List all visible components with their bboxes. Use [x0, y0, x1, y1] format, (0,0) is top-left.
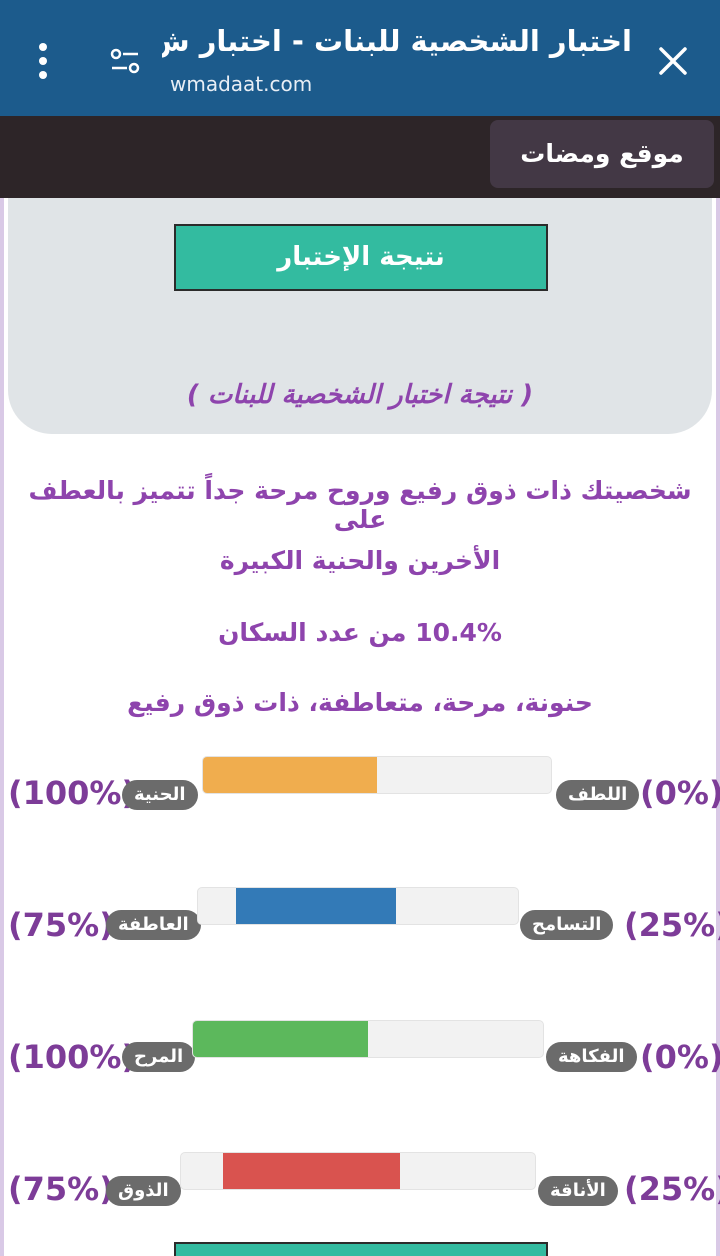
- scale-left-label: العاطفة: [106, 910, 201, 940]
- result-description-line1: شخصيتك ذات ذوق رفيع وروح مرحة جداً تتميز…: [28, 476, 692, 534]
- scale-right-label: الفكاهة: [546, 1042, 637, 1072]
- scale-left-percent: (100%): [8, 1038, 137, 1076]
- result-description-line2: الأخرين والحنية الكبيرة: [219, 546, 501, 575]
- scale-left-percent: (100%): [8, 774, 137, 812]
- close-icon[interactable]: [656, 44, 690, 78]
- scale-bar: [202, 756, 552, 794]
- site-settings-icon[interactable]: [108, 44, 142, 78]
- scale-left-label: المرح: [122, 1042, 196, 1072]
- scale-right-label: اللطف: [556, 780, 640, 810]
- scale-bar: [197, 887, 519, 925]
- result-button[interactable]: نتيجة الإختبار: [174, 224, 548, 291]
- page-title: اختبار الشخصية للبنات - اختبار ش...: [162, 24, 632, 58]
- population-share: 10.4% من عدد السكان: [218, 618, 502, 647]
- scale-bar-fill: [203, 757, 377, 793]
- scale-right-label: التسامح: [520, 910, 614, 940]
- scale-bar: [180, 1152, 536, 1190]
- site-name-button[interactable]: موقع ومضات: [490, 120, 714, 188]
- browser-toolbar: اختبار الشخصية للبنات - اختبار ش... wmad…: [0, 0, 720, 116]
- result-heading: ( نتيجة اختبار الشخصية للبنات ): [186, 380, 534, 410]
- scale-left-label: الحنية: [122, 780, 198, 810]
- scale-left-label: الذوق: [106, 1176, 181, 1206]
- traits-summary: حنونة، مرحة، متعاطفة، ذات ذوق رفيع: [127, 688, 593, 717]
- scale-right-percent: (0%): [640, 774, 720, 812]
- scale-bar-fill: [236, 888, 397, 924]
- scale-right-percent: (25%): [624, 906, 720, 944]
- site-navbar: موقع ومضات: [0, 116, 720, 280]
- scale-right-percent: (0%): [640, 1038, 720, 1076]
- scale-left-percent: (75%): [8, 906, 114, 944]
- scale-right-percent: (25%): [624, 1170, 720, 1208]
- scale-right-label: الأناقة: [538, 1176, 618, 1206]
- scale-bar-fill: [193, 1021, 368, 1057]
- page-url: wmadaat.com: [170, 72, 313, 96]
- more-options-icon[interactable]: [36, 42, 50, 80]
- scale-bar: [192, 1020, 544, 1058]
- next-button[interactable]: [174, 1242, 548, 1256]
- scale-bar-fill: [223, 1153, 401, 1189]
- scale-left-percent: (75%): [8, 1170, 114, 1208]
